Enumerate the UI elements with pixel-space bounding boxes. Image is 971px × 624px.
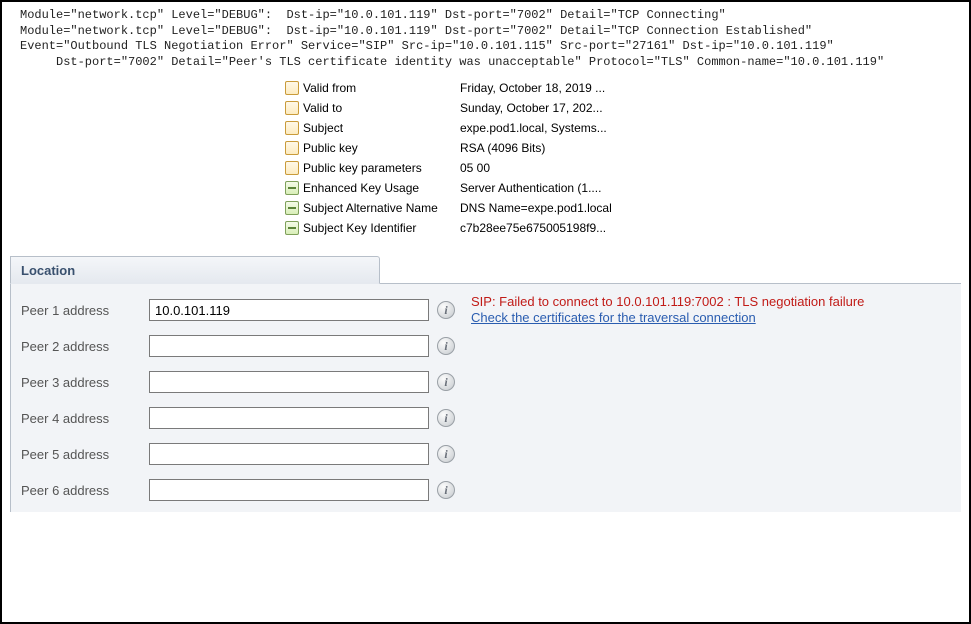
info-icon[interactable]: i (437, 301, 455, 319)
cert-field-name: Subject Key Identifier (303, 221, 416, 235)
property-icon (285, 141, 299, 155)
cert-field-value: DNS Name=expe.pod1.local (460, 201, 961, 215)
peer-row-4: Peer 4 address i (21, 400, 951, 436)
peer-3-address-input[interactable] (149, 371, 429, 393)
peer-1-error: SIP: Failed to connect to 10.0.101.119:7… (471, 294, 864, 327)
debug-log: Module="network.tcp" Level="DEBUG": Dst-… (20, 8, 961, 70)
app-frame: Module="network.tcp" Level="DEBUG": Dst-… (0, 0, 971, 624)
peer-row-6: Peer 6 address i (21, 472, 951, 508)
section-title: Location (21, 263, 75, 278)
cert-row: Valid from Friday, October 18, 2019 ... (285, 78, 961, 98)
extension-icon (285, 221, 299, 235)
cert-field-value: Friday, October 18, 2019 ... (460, 81, 961, 95)
peer-2-label: Peer 2 address (21, 339, 141, 354)
log-line: Event="Outbound TLS Negotiation Error" S… (20, 39, 834, 53)
peer-row-1: Peer 1 address i SIP: Failed to connect … (21, 292, 951, 328)
location-section: Location Peer 1 address i SIP: Failed to… (10, 256, 961, 512)
peer-3-label: Peer 3 address (21, 375, 141, 390)
peer-6-label: Peer 6 address (21, 483, 141, 498)
section-tab-location[interactable]: Location (10, 256, 380, 284)
cert-field-value: RSA (4096 Bits) (460, 141, 961, 155)
error-help-link[interactable]: Check the certificates for the traversal… (471, 310, 756, 325)
cert-field-value: Server Authentication (1.... (460, 181, 961, 195)
property-icon (285, 81, 299, 95)
cert-field-name: Subject Alternative Name (303, 201, 438, 215)
cert-field-name: Valid to (303, 101, 342, 115)
log-line: Dst-port="7002" Detail="Peer's TLS certi… (20, 55, 884, 69)
cert-field-value: Sunday, October 17, 202... (460, 101, 961, 115)
error-text: SIP: Failed to connect to 10.0.101.119:7… (471, 294, 864, 310)
info-icon[interactable]: i (437, 409, 455, 427)
cert-row: Public key parameters 05 00 (285, 158, 961, 178)
info-icon[interactable]: i (437, 373, 455, 391)
extension-icon (285, 201, 299, 215)
cert-row: Subject Alternative Name DNS Name=expe.p… (285, 198, 961, 218)
peer-5-label: Peer 5 address (21, 447, 141, 462)
cert-field-name: Valid from (303, 81, 356, 95)
peer-1-address-input[interactable] (149, 299, 429, 321)
info-icon[interactable]: i (437, 337, 455, 355)
cert-field-name: Enhanced Key Usage (303, 181, 419, 195)
peer-row-5: Peer 5 address i (21, 436, 951, 472)
cert-field-value: 05 00 (460, 161, 961, 175)
log-line: Module="network.tcp" Level="DEBUG": Dst-… (20, 24, 812, 38)
peer-6-address-input[interactable] (149, 479, 429, 501)
info-icon[interactable]: i (437, 481, 455, 499)
cert-row: Valid to Sunday, October 17, 202... (285, 98, 961, 118)
section-tab-bar: Location (10, 256, 961, 284)
peer-1-label: Peer 1 address (21, 303, 141, 318)
property-icon (285, 121, 299, 135)
cert-row: Subject Key Identifier c7b28ee75e6750051… (285, 218, 961, 238)
property-icon (285, 161, 299, 175)
cert-row: Public key RSA (4096 Bits) (285, 138, 961, 158)
cert-field-value: expe.pod1.local, Systems... (460, 121, 961, 135)
certificate-details: Valid from Friday, October 18, 2019 ... … (285, 78, 961, 238)
cert-field-name: Public key (303, 141, 358, 155)
property-icon (285, 101, 299, 115)
cert-row: Enhanced Key Usage Server Authentication… (285, 178, 961, 198)
peer-5-address-input[interactable] (149, 443, 429, 465)
peer-row-2: Peer 2 address i (21, 328, 951, 364)
section-body: Peer 1 address i SIP: Failed to connect … (10, 284, 961, 512)
peer-4-address-input[interactable] (149, 407, 429, 429)
cert-field-value: c7b28ee75e675005198f9... (460, 221, 961, 235)
log-line: Module="network.tcp" Level="DEBUG": Dst-… (20, 8, 726, 22)
peer-2-address-input[interactable] (149, 335, 429, 357)
extension-icon (285, 181, 299, 195)
peer-4-label: Peer 4 address (21, 411, 141, 426)
cert-field-name: Subject (303, 121, 343, 135)
peer-row-3: Peer 3 address i (21, 364, 951, 400)
cert-field-name: Public key parameters (303, 161, 422, 175)
cert-row: Subject expe.pod1.local, Systems... (285, 118, 961, 138)
info-icon[interactable]: i (437, 445, 455, 463)
